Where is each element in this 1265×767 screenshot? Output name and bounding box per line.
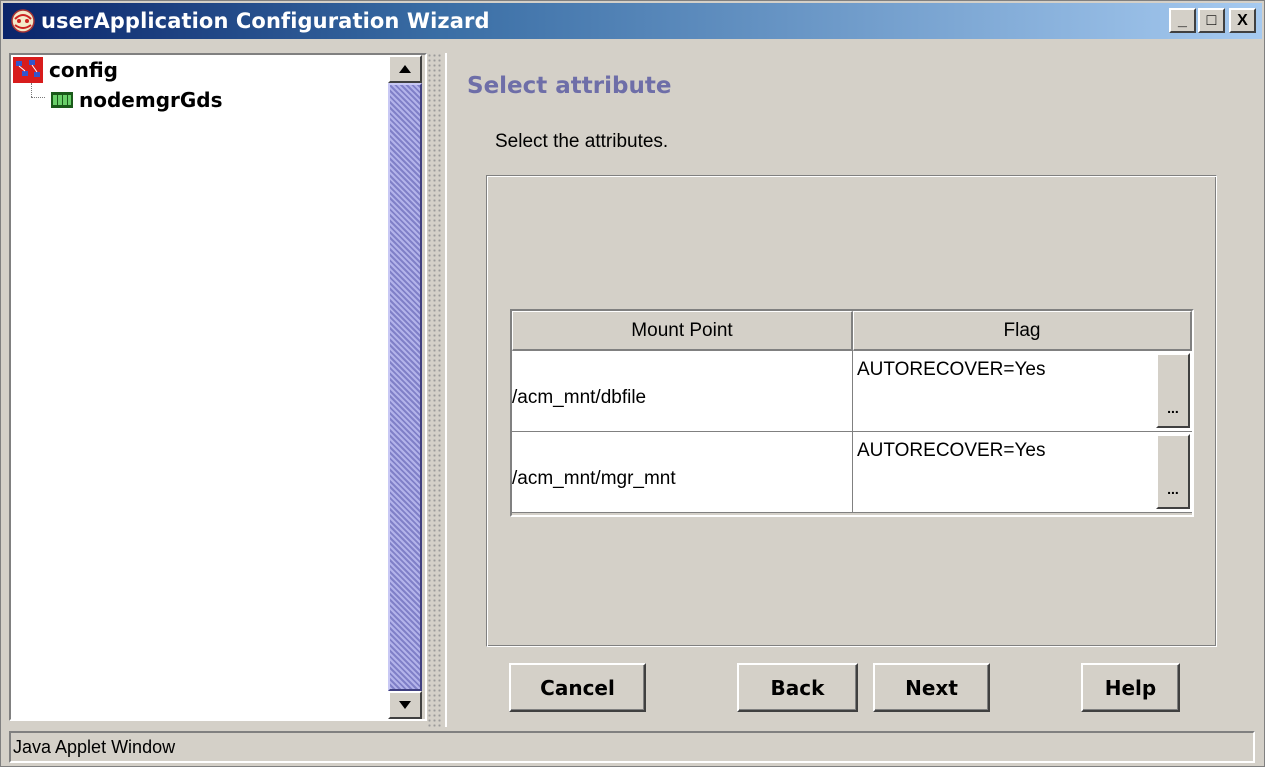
next-button[interactable]: Next (873, 663, 990, 712)
arrow-up-icon (399, 65, 411, 73)
close-button[interactable]: X (1229, 8, 1256, 33)
help-button[interactable]: Help (1081, 663, 1180, 712)
config-icon (13, 57, 43, 83)
tree-connector (31, 83, 32, 97)
edit-flag-button[interactable]: ... (1156, 434, 1190, 509)
tree-label-config: config (49, 58, 118, 82)
attribute-group-box: Mount Point Flag /acm_mnt/dbfile AUTOREC… (486, 175, 1217, 647)
scroll-down-button[interactable] (388, 691, 422, 719)
column-header-mount-point[interactable]: Mount Point (512, 311, 853, 351)
tree-label-nodemgrgds: nodemgrGds (79, 88, 223, 112)
resource-icon (51, 91, 73, 109)
table-body: /acm_mnt/dbfile AUTORECOVER=Yes ... /acm… (512, 351, 1192, 513)
cancel-button[interactable]: Cancel (509, 663, 646, 712)
scrollbar-thumb[interactable] (388, 83, 422, 691)
tree-panel: config nodemgrGds (9, 53, 427, 721)
status-bar: Java Applet Window (9, 731, 1255, 763)
tree-connector (31, 97, 45, 98)
split-pane-divider[interactable] (427, 53, 443, 727)
tree-node-nodemgrgds[interactable]: nodemgrGds (51, 88, 223, 112)
flag-value: AUTORECOVER=Yes (857, 359, 1046, 380)
tree-scrollbar[interactable] (388, 55, 422, 719)
app-icon (9, 7, 37, 35)
table-row[interactable]: /acm_mnt/mgr_mnt AUTORECOVER=Yes ... (512, 432, 1192, 513)
status-text: Java Applet Window (13, 736, 176, 757)
scroll-up-button[interactable] (388, 55, 422, 83)
mount-point-cell[interactable]: /acm_mnt/dbfile (512, 351, 853, 431)
attribute-table: Mount Point Flag /acm_mnt/dbfile AUTOREC… (510, 309, 1194, 517)
maximize-button[interactable]: □ (1198, 8, 1225, 33)
flag-cell[interactable]: AUTORECOVER=Yes ... (853, 432, 1192, 512)
mount-point-cell[interactable]: /acm_mnt/mgr_mnt (512, 432, 853, 512)
page-title: Select attribute (467, 73, 672, 99)
wizard-window: userApplication Configuration Wizard _ □… (0, 0, 1265, 767)
window-title: userApplication Configuration Wizard (41, 9, 490, 33)
back-button[interactable]: Back (737, 663, 858, 712)
edit-flag-button[interactable]: ... (1156, 353, 1190, 428)
window-controls: _ □ X (1169, 8, 1256, 33)
page-instruction: Select the attributes. (495, 131, 669, 152)
flag-value: AUTORECOVER=Yes (857, 440, 1046, 461)
minimize-button[interactable]: _ (1169, 8, 1196, 33)
arrow-down-icon (399, 701, 411, 709)
tree-view[interactable]: config nodemgrGds (11, 55, 388, 719)
content-panel: Select attribute Select the attributes. … (445, 53, 1259, 727)
flag-cell[interactable]: AUTORECOVER=Yes ... (853, 351, 1192, 431)
title-bar: userApplication Configuration Wizard _ □… (3, 3, 1262, 39)
column-header-flag[interactable]: Flag (853, 311, 1192, 351)
table-header: Mount Point Flag (512, 311, 1192, 351)
tree-node-config[interactable]: config (13, 57, 118, 83)
table-row[interactable]: /acm_mnt/dbfile AUTORECOVER=Yes ... (512, 351, 1192, 432)
